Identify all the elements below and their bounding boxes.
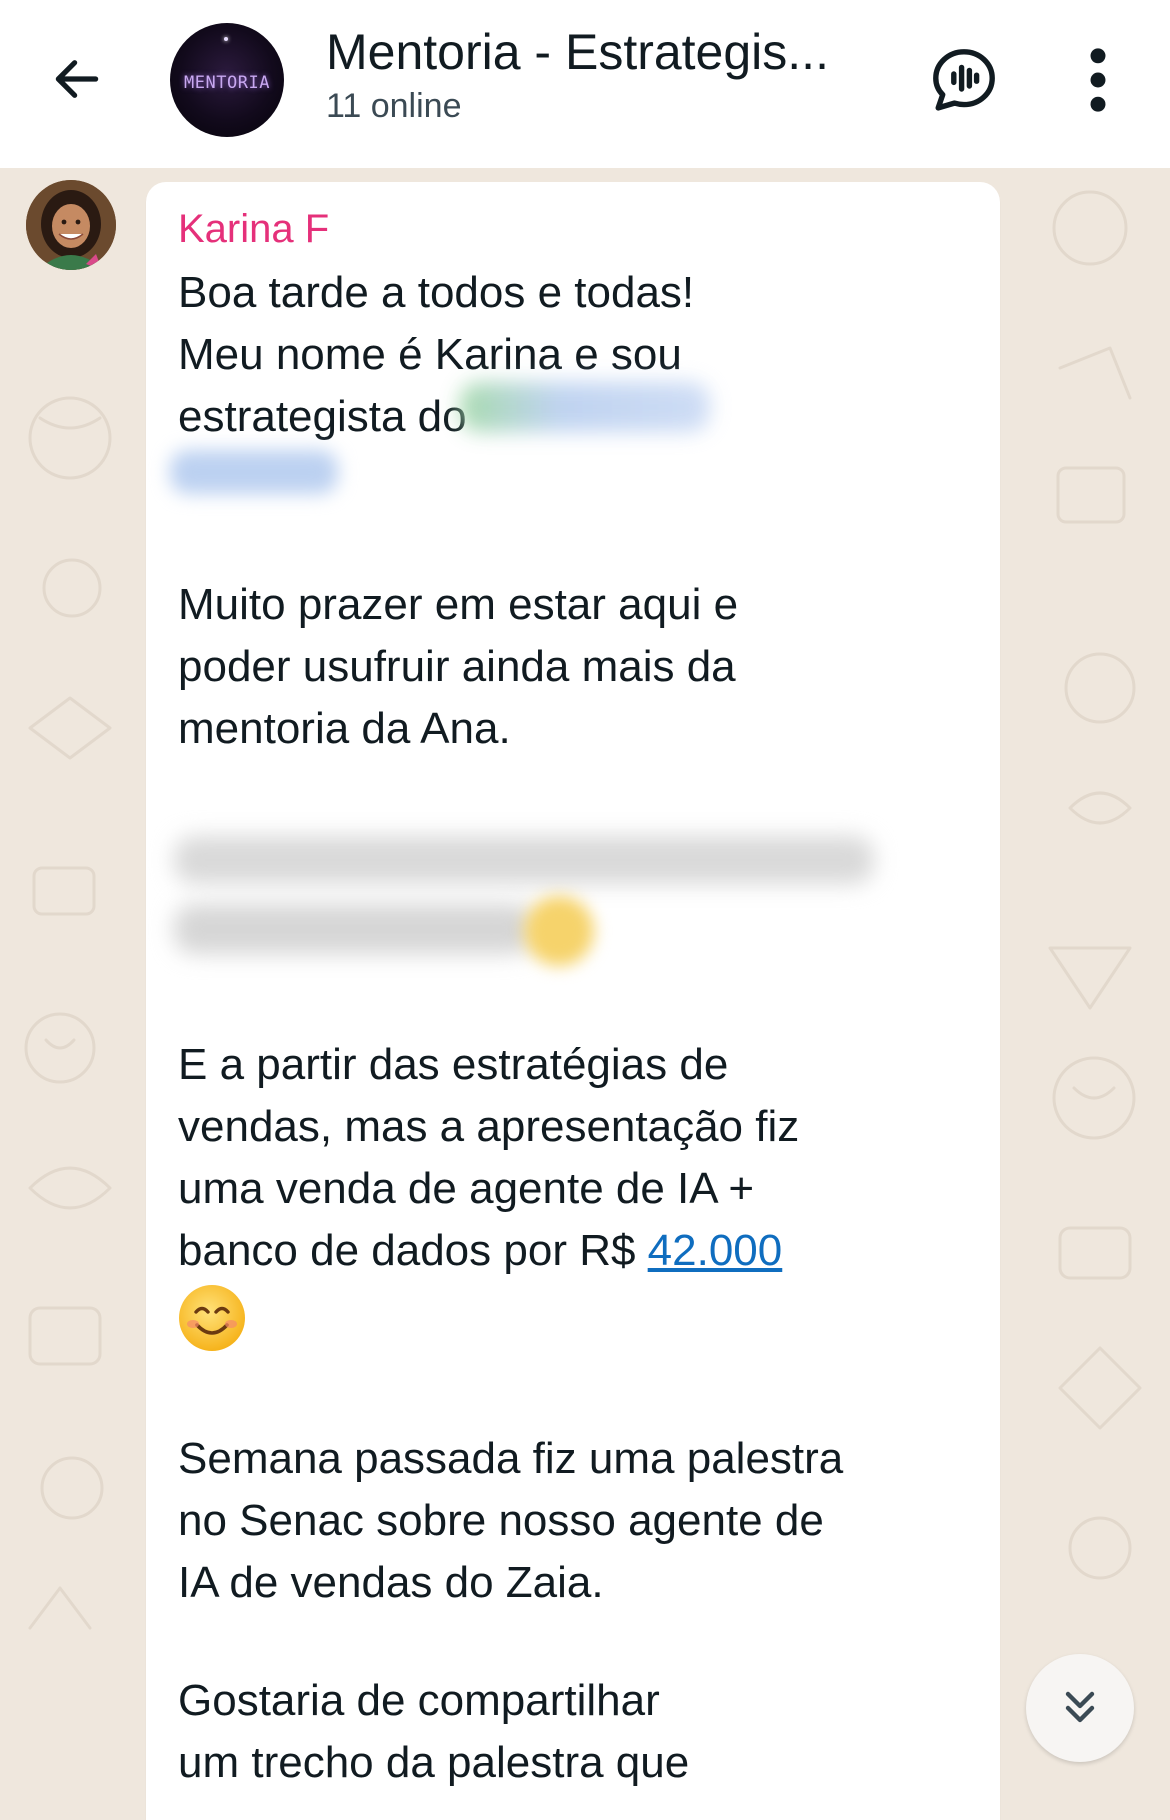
chat-info[interactable]: Mentoria - Estrategis... 11 online (326, 20, 886, 128)
scroll-down-button[interactable] (1026, 1654, 1134, 1762)
arrow-left-icon (55, 60, 99, 98)
group-logo-text: MENTORIA (184, 73, 270, 93)
price-link[interactable]: 42.000 (648, 1226, 783, 1275)
person-photo (26, 180, 116, 270)
chat-header: MENTORIA Mentoria - Estrategis... 11 onl… (0, 0, 1170, 168)
star-icon (224, 37, 228, 41)
blurred-redaction (460, 382, 710, 432)
message-paragraph: E a partir das estratégias de vendas, ma… (178, 1034, 978, 1282)
sender-name[interactable]: Karina F (178, 206, 329, 252)
blurred-redaction (174, 836, 874, 884)
chat-area[interactable]: Karina F Boa tarde a todos e todas! Meu … (0, 168, 1170, 1820)
chat-title: Mentoria - Estrategis... (326, 24, 829, 80)
menu-button[interactable] (1070, 42, 1126, 118)
online-count: 11 online (326, 87, 462, 125)
message-paragraph: Semana passada fiz uma palestra no Senac… (178, 1434, 844, 1607)
message-bubble[interactable]: Karina F Boa tarde a todos e todas! Meu … (146, 182, 1000, 1820)
blurred-emoji (524, 896, 594, 966)
blurred-redaction (174, 904, 534, 954)
blurred-redaction (170, 450, 338, 494)
voice-chat-icon (933, 49, 995, 111)
message-paragraph: Muito prazer em estar aqui e poder usufr… (178, 580, 739, 753)
smiling-face-icon (179, 1285, 245, 1351)
sender-avatar[interactable] (26, 180, 116, 270)
voice-chat-button[interactable] (924, 40, 1004, 120)
back-button[interactable] (44, 46, 110, 112)
message-paragraph: Gostaria de compartilhar um trecho da pa… (178, 1676, 690, 1787)
double-chevron-down-icon (1065, 1691, 1095, 1723)
more-vertical-icon (1090, 48, 1106, 112)
group-avatar[interactable]: MENTORIA (170, 23, 284, 137)
